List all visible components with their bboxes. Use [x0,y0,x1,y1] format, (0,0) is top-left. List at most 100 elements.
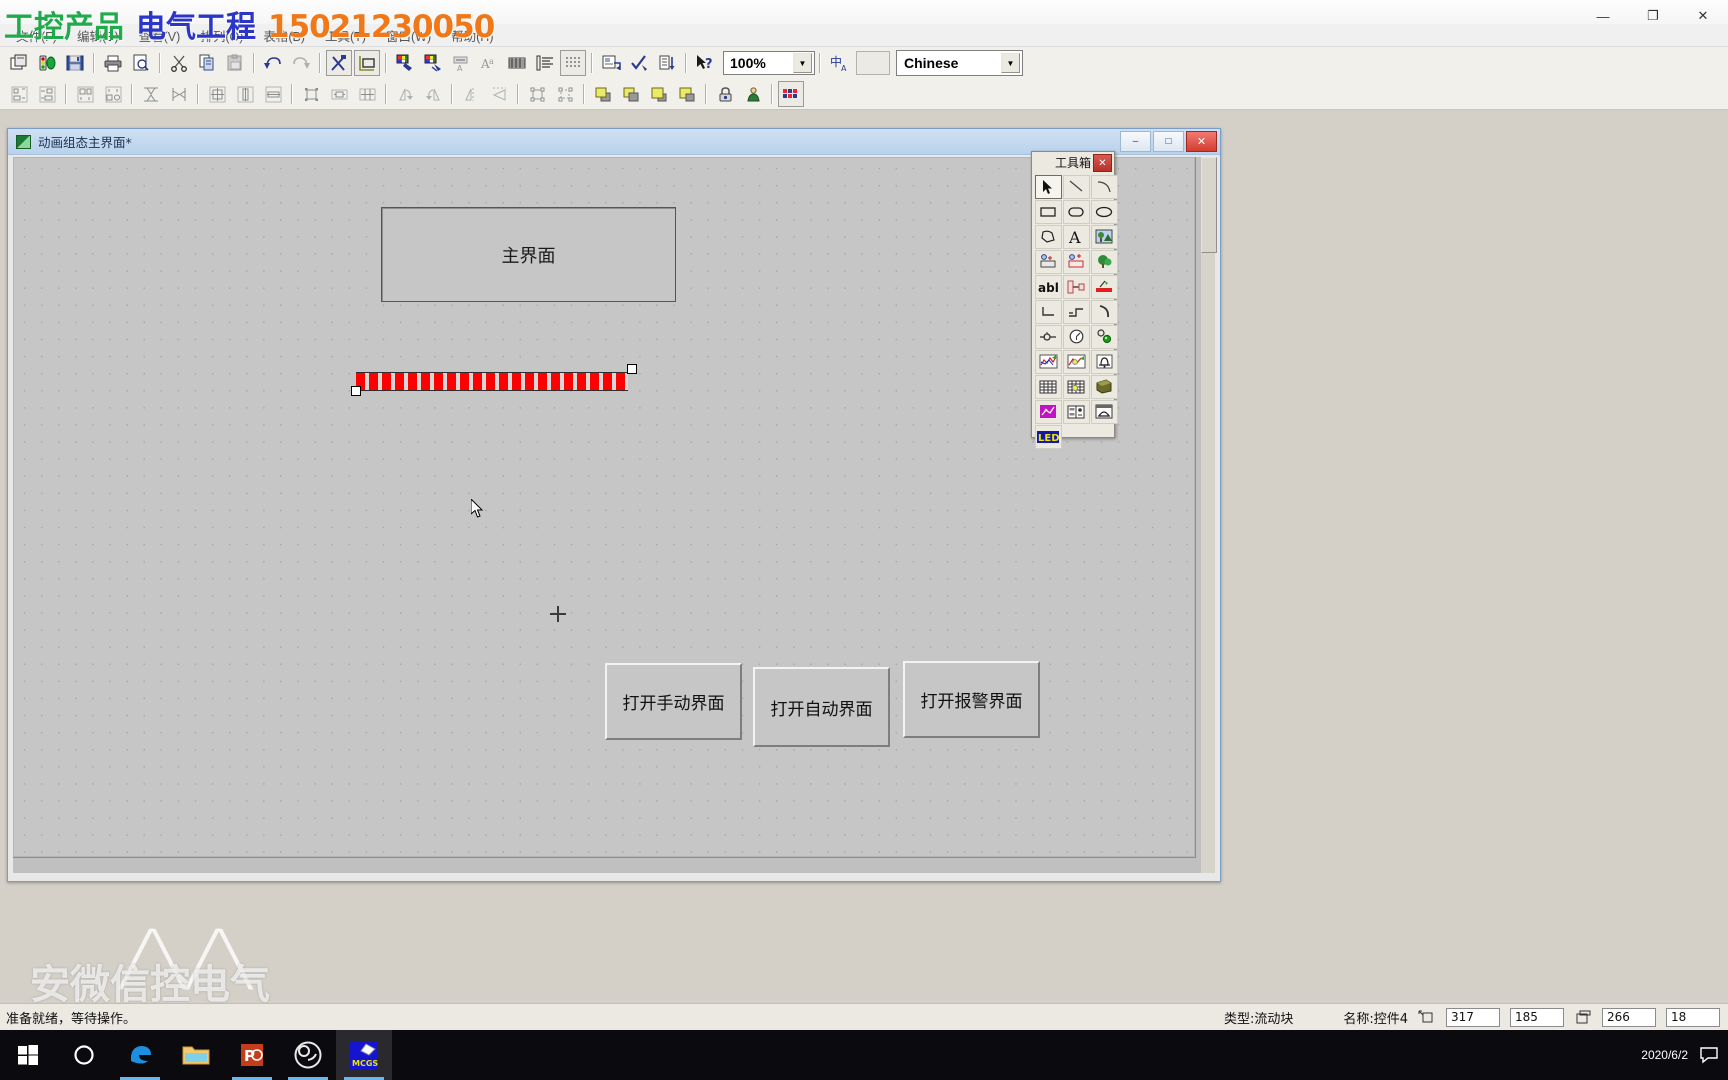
align-right-edges-button[interactable] [34,81,60,107]
group-object-tool[interactable] [1091,250,1118,274]
new-document-button[interactable] [6,50,32,76]
mdi-minimize-button[interactable]: – [1120,131,1151,152]
step-pipe-tool[interactable] [1063,300,1090,324]
powerpoint-button[interactable]: P [224,1030,280,1080]
pattern-button[interactable] [504,50,530,76]
menu-item-help[interactable]: 帮助(H) [441,24,503,47]
device-window-button[interactable] [34,50,60,76]
control-panel-tool[interactable] [1063,400,1090,424]
selection-handle-right[interactable] [627,364,637,374]
arc-tool[interactable] [1091,175,1118,199]
check-button[interactable] [626,50,652,76]
rotate-right-button[interactable] [420,81,446,107]
free-table-tool[interactable] [1091,375,1118,399]
menu-item-table[interactable]: 表格(B) [253,24,315,47]
toolbox-titlebar[interactable]: 工具箱 ✕ [1032,152,1114,173]
polygon-tool[interactable] [1035,225,1062,249]
same-width-button[interactable] [260,81,286,107]
ellipse-tool[interactable] [1091,200,1118,224]
grid-toggle-button[interactable] [560,50,586,76]
context-help-button[interactable]: ? [692,50,718,76]
chevron-down-icon[interactable]: ▼ [1001,53,1020,73]
unlock-person-button[interactable] [740,81,766,107]
rectangle-tool[interactable] [1035,200,1062,224]
text-color-button[interactable]: A [448,50,474,76]
font-button[interactable]: A a [476,50,502,76]
menu-item-view[interactable]: 查看(V) [129,24,191,47]
label-tool[interactable]: abl [1035,275,1062,299]
notification-center-button[interactable] [1698,1044,1720,1066]
sort-button[interactable] [654,50,680,76]
history-table-tool[interactable] [1063,375,1090,399]
menu-item-order[interactable]: 排列(O) [190,24,253,47]
center-vertical-button[interactable] [138,81,164,107]
flow-block-object[interactable] [350,363,636,395]
main-screen-label-box[interactable]: 主界面 [381,207,676,302]
valve-tool[interactable] [1035,325,1062,349]
menu-item-window[interactable]: 窗口(W) [376,24,441,47]
line-color-button[interactable] [420,50,446,76]
same-size-button[interactable] [204,81,230,107]
fill-color-button[interactable] [392,50,418,76]
space-horizontal-button[interactable] [326,81,352,107]
mdi-close-button[interactable]: ✕ [1186,131,1217,152]
space-vertical-button[interactable] [354,81,380,107]
taskbar-clock[interactable]: 2020/6/2 [1641,1047,1688,1063]
properties-button[interactable] [598,50,624,76]
rounded-rectangle-tool[interactable] [1063,200,1090,224]
print-button[interactable] [100,50,126,76]
bring-to-front-button[interactable] [590,81,616,107]
undo-button[interactable] [260,50,286,76]
obs-studio-button[interactable] [280,1030,336,1080]
edge-browser-button[interactable] [112,1030,168,1080]
redo-button[interactable] [288,50,314,76]
alarm-display-tool[interactable] [1091,350,1118,374]
copy-button[interactable] [194,50,220,76]
report-tool[interactable] [1091,400,1118,424]
bitmap-tool[interactable] [1091,225,1118,249]
slider-tool[interactable] [1063,275,1090,299]
led-display-tool[interactable]: LED [1035,425,1062,449]
realtime-table-tool[interactable] [1035,375,1062,399]
start-button[interactable] [0,1030,56,1080]
save-button[interactable] [62,50,88,76]
scrollbar-thumb[interactable] [1201,157,1217,253]
selection-handle-left[interactable] [351,386,361,396]
open-manual-screen-button[interactable]: 打开手动界面 [605,663,742,740]
indicator-lamp-tool[interactable] [1091,325,1118,349]
align-bottom-edges-button[interactable] [100,81,126,107]
center-horizontal-button[interactable] [166,81,192,107]
ungroup-button[interactable] [552,81,578,107]
file-explorer-button[interactable] [168,1030,224,1080]
toolbox-toggle-button[interactable] [354,50,380,76]
cortana-search-button[interactable] [56,1030,112,1080]
align-left-edges-button[interactable] [6,81,32,107]
send-to-back-button[interactable] [618,81,644,107]
history-curve-tool[interactable] [1063,350,1090,374]
open-auto-screen-button[interactable]: 打开自动界面 [753,667,890,747]
flow-block-body[interactable] [356,372,628,391]
design-canvas[interactable]: 主界面 [13,157,1196,858]
chinese-ime-button[interactable]: 中 A [826,50,852,76]
color-palette-button[interactable] [778,81,804,107]
xy-plot-tool[interactable] [1035,400,1062,424]
mdi-maximize-button[interactable]: □ [1153,131,1184,152]
distribute-button[interactable] [298,81,324,107]
zoom-combobox[interactable]: 100% ▼ [723,51,815,75]
flip-horizontal-button[interactable] [486,81,512,107]
select-arrow-tool[interactable] [1035,175,1062,199]
group-button[interactable] [524,81,550,107]
cut-button[interactable] [166,50,192,76]
meter-tool[interactable] [1063,325,1090,349]
elbow-pipe-tool[interactable] [1035,300,1062,324]
same-height-button[interactable] [232,81,258,107]
canvas-vertical-scrollbar[interactable] [1201,157,1215,873]
open-alarm-screen-button[interactable]: 打开报警界面 [903,661,1040,738]
animation-tool[interactable] [1091,275,1118,299]
bring-forward-button[interactable] [646,81,672,107]
standard-button-tool[interactable] [1035,250,1062,274]
curve-pipe-tool[interactable] [1091,300,1118,324]
language-combobox[interactable]: Chinese ▼ [896,50,1023,76]
align-top-edges-button[interactable] [72,81,98,107]
paste-button[interactable] [222,50,248,76]
